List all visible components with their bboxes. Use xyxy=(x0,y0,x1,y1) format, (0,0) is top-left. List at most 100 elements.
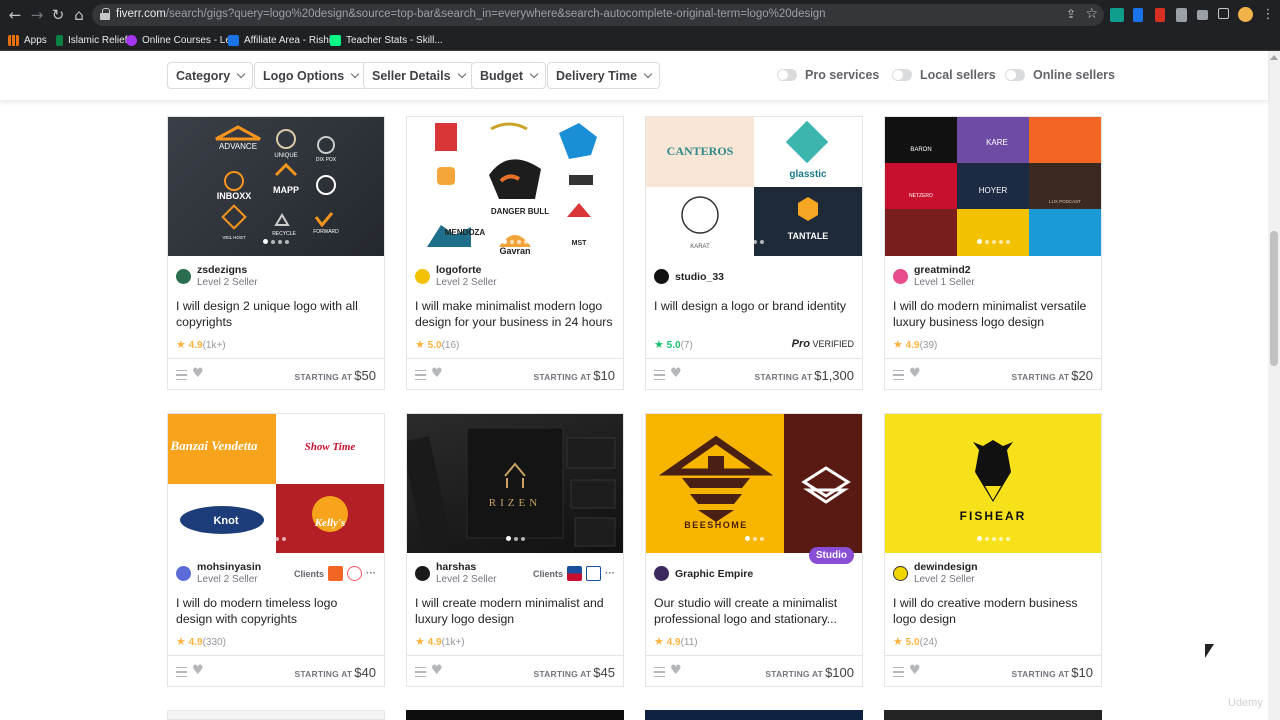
carousel-dots[interactable] xyxy=(168,528,384,546)
gig-card-partial[interactable] xyxy=(406,710,624,720)
gig-title[interactable]: Our studio will create a minimalist prof… xyxy=(654,595,854,627)
heart-icon[interactable]: ♥ xyxy=(431,663,443,678)
gig-title[interactable]: I will do creative modern business logo … xyxy=(893,595,1093,627)
extensions-puzzle-icon[interactable] xyxy=(1176,8,1187,22)
gig-title[interactable]: I will design 2 unique logo with all cop… xyxy=(176,298,376,330)
url-text[interactable]: fiverr.com/search/gigs?query=logo%20desi… xyxy=(116,8,826,20)
filter-delivery-time[interactable]: Delivery Time xyxy=(547,62,661,89)
extension-icon[interactable] xyxy=(1133,8,1143,22)
gig-title[interactable]: I will create modern minimalist and luxu… xyxy=(415,595,615,627)
gig-card[interactable]: ADVANCE UNIQUE DIX POX INBOXX MAPP VEIL … xyxy=(167,116,385,390)
clients-row[interactable]: Clients ··· xyxy=(294,566,376,581)
carousel-dots[interactable] xyxy=(646,528,862,546)
menu-kebab-icon[interactable]: ⋮ xyxy=(1259,6,1277,24)
pro-services-toggle[interactable]: Pro services xyxy=(777,68,879,82)
gig-card[interactable]: BEESHOME Studio Graphic Empire Our studi… xyxy=(645,413,863,687)
gig-thumbnail[interactable]: ADVANCE UNIQUE DIX POX INBOXX MAPP VEIL … xyxy=(168,117,384,256)
seller-name[interactable]: zsdezigns xyxy=(197,264,247,276)
clients-row[interactable]: Clients ··· xyxy=(533,566,615,581)
heart-icon[interactable]: ♥ xyxy=(670,663,682,678)
filter-budget[interactable]: Budget xyxy=(471,62,547,89)
reading-list-icon[interactable] xyxy=(1197,10,1208,20)
gig-card-partial[interactable] xyxy=(645,710,863,720)
carousel-dots[interactable] xyxy=(885,528,1101,546)
list-menu-icon[interactable] xyxy=(176,370,187,380)
bookmark-online-courses[interactable]: Online Courses - Le... xyxy=(126,33,239,48)
avatar[interactable] xyxy=(654,566,669,581)
seller-name[interactable]: greatmind2 xyxy=(914,264,971,276)
gig-thumbnail[interactable]: BARON KARE NETZERO HOYER LUX PODCAST xyxy=(885,117,1101,256)
gig-title[interactable]: I will do modern timeless logo design wi… xyxy=(176,595,376,627)
gig-card[interactable]: CANTEROS glasstic KARAT TANTALE studio_3… xyxy=(645,116,863,390)
heart-icon[interactable]: ♥ xyxy=(670,366,682,381)
extension-icon[interactable] xyxy=(1110,8,1124,22)
list-menu-icon[interactable] xyxy=(176,667,187,677)
list-menu-icon[interactable] xyxy=(654,370,665,380)
carousel-dots[interactable] xyxy=(646,231,862,249)
gig-card-partial[interactable] xyxy=(167,710,385,720)
heart-icon[interactable]: ♥ xyxy=(192,663,204,678)
seller-name[interactable]: logoforte xyxy=(436,264,482,276)
more-icon[interactable]: ··· xyxy=(605,568,615,579)
bookmark-affiliate-area[interactable]: Affiliate Area - Rishi... xyxy=(228,33,339,48)
avatar[interactable] xyxy=(415,566,430,581)
address-bar[interactable]: fiverr.com/search/gigs?query=logo%20desi… xyxy=(92,4,1104,26)
gig-card[interactable]: FISHEAR dewindesign Level 2 Seller I wil… xyxy=(884,413,1102,687)
seller-name[interactable]: mohsinyasin xyxy=(197,561,261,573)
heart-icon[interactable]: ♥ xyxy=(909,366,921,381)
list-menu-icon[interactable] xyxy=(415,667,426,677)
gig-title[interactable]: I will design a logo or brand identity xyxy=(654,298,854,314)
gig-title[interactable]: I will make minimalist modern logo desig… xyxy=(415,298,615,330)
seller-name[interactable]: Graphic Empire xyxy=(675,568,753,580)
seller-name[interactable]: dewindesign xyxy=(914,561,978,573)
profile-avatar[interactable] xyxy=(1238,7,1253,22)
back-icon[interactable]: ← xyxy=(6,6,24,24)
gig-card[interactable]: Banzai Vendetta Show Time Knot Kelly's m… xyxy=(167,413,385,687)
avatar[interactable] xyxy=(893,566,908,581)
carousel-dots[interactable] xyxy=(168,231,384,249)
forward-icon[interactable]: → xyxy=(28,6,46,24)
avatar[interactable] xyxy=(176,269,191,284)
gig-thumbnail[interactable]: RIZEN xyxy=(407,414,623,553)
gig-thumbnail[interactable]: CANTEROS glasstic KARAT TANTALE xyxy=(646,117,862,256)
gig-thumbnail[interactable]: Banzai Vendetta Show Time Knot Kelly's xyxy=(168,414,384,553)
extension-icon[interactable] xyxy=(1155,8,1165,22)
toggle-switch[interactable] xyxy=(1005,69,1025,81)
gig-title[interactable]: I will do modern minimalist versatile lu… xyxy=(893,298,1093,330)
filter-seller-details[interactable]: Seller Details xyxy=(363,62,474,89)
local-sellers-toggle[interactable]: Local sellers xyxy=(892,68,996,82)
bookmark-star-icon[interactable]: ☆ xyxy=(1085,6,1098,22)
gig-card[interactable]: RIZEN harshas Level 2 Seller Clients ···… xyxy=(406,413,624,687)
carousel-dots[interactable] xyxy=(885,231,1101,249)
list-menu-icon[interactable] xyxy=(893,667,904,677)
gig-card-partial[interactable] xyxy=(884,710,1102,720)
avatar[interactable] xyxy=(654,269,669,284)
scroll-thumb[interactable] xyxy=(1270,231,1278,366)
gig-thumbnail[interactable]: DANGER BULL MENDOZA Gavran MST xyxy=(407,117,623,256)
bookmark-apps[interactable]: Apps xyxy=(8,33,47,48)
heart-icon[interactable]: ♥ xyxy=(192,366,204,381)
side-panel-icon[interactable] xyxy=(1218,8,1229,19)
more-icon[interactable]: ··· xyxy=(366,568,376,579)
heart-icon[interactable]: ♥ xyxy=(431,366,443,381)
page-scrollbar[interactable] xyxy=(1268,51,1280,720)
gig-card[interactable]: BARON KARE NETZERO HOYER LUX PODCAST gre… xyxy=(884,116,1102,390)
list-menu-icon[interactable] xyxy=(415,370,426,380)
share-icon[interactable]: ⇪ xyxy=(1066,7,1076,21)
scroll-up-arrow-icon[interactable] xyxy=(1270,55,1278,60)
toggle-switch[interactable] xyxy=(777,69,797,81)
list-menu-icon[interactable] xyxy=(654,667,665,677)
bookmark-islamic-relief[interactable]: Islamic Relief xyxy=(56,33,127,48)
avatar[interactable] xyxy=(176,566,191,581)
toggle-switch[interactable] xyxy=(892,69,912,81)
seller-name[interactable]: studio_33 xyxy=(675,271,724,283)
online-sellers-toggle[interactable]: Online sellers xyxy=(1005,68,1115,82)
carousel-dots[interactable] xyxy=(407,231,623,249)
filter-category[interactable]: Category xyxy=(167,62,254,89)
avatar[interactable] xyxy=(893,269,908,284)
reload-icon[interactable]: ↻ xyxy=(49,6,67,24)
list-menu-icon[interactable] xyxy=(893,370,904,380)
gig-thumbnail[interactable]: BEESHOME xyxy=(646,414,862,553)
seller-name[interactable]: harshas xyxy=(436,561,476,573)
bookmark-teacher-stats[interactable]: Teacher Stats - Skill... xyxy=(330,33,443,48)
